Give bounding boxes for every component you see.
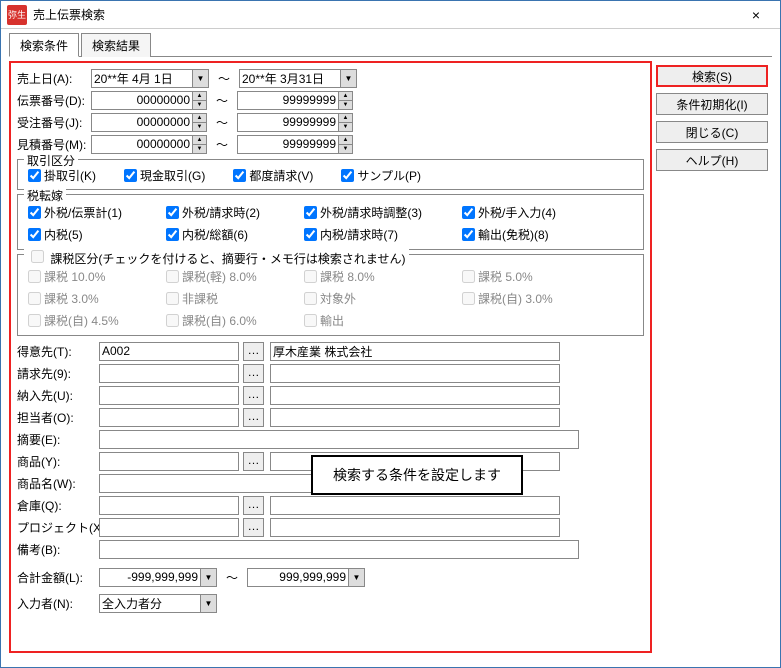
app-logo: 弥生	[7, 5, 27, 25]
label-remark: 備考(B):	[17, 541, 99, 558]
chevron-down-icon[interactable]: ▼	[192, 70, 208, 87]
label-shipto: 納入先(U):	[17, 387, 99, 404]
cb-class-4: 課税 5.0%	[458, 265, 588, 287]
group-tax-class: 課税区分(チェックを付けると、摘要行・メモ行は検索されません) 課税 10.0%…	[17, 254, 644, 336]
help-button[interactable]: ヘルプ(H)	[656, 149, 768, 171]
shipto-name[interactable]	[270, 386, 560, 405]
customer-name[interactable]: 厚木産業 株式会社	[270, 342, 560, 361]
shipto-code[interactable]	[99, 386, 239, 405]
project-name[interactable]	[270, 518, 560, 537]
chevron-down-icon[interactable]: ▼	[200, 569, 216, 586]
cb-trans-2[interactable]: 都度請求(V)	[229, 166, 313, 185]
amount-to[interactable]: ▼	[247, 568, 365, 587]
amount-from[interactable]: ▼	[99, 568, 217, 587]
reset-button[interactable]: 条件初期化(I)	[656, 93, 768, 115]
estno-to[interactable]: ▲▼	[237, 135, 353, 154]
close-icon[interactable]: ×	[738, 3, 774, 27]
tabbar: 検索条件 検索結果	[9, 32, 772, 57]
group-transaction-type: 取引区分 掛取引(K) 現金取引(G) 都度請求(V) サンプル(P)	[17, 159, 644, 190]
cb-class-1: 課税 10.0%	[24, 265, 154, 287]
label-product: 商品(Y):	[17, 453, 99, 470]
product-code[interactable]	[99, 452, 239, 471]
spin-down-icon[interactable]: ▼	[193, 101, 206, 109]
cb-class-7: 対象外	[300, 287, 450, 309]
assignee-code[interactable]	[99, 408, 239, 427]
customer-lookup-button[interactable]: …	[243, 342, 264, 361]
cb-tax-4[interactable]: 内税(5)	[24, 223, 154, 245]
cb-tax-1[interactable]: 外税/請求時(2)	[162, 201, 292, 223]
inputuser-select[interactable]: ▼	[99, 594, 217, 613]
label-billto: 請求先(9):	[17, 365, 99, 382]
cb-class-8: 課税(自) 3.0%	[458, 287, 588, 309]
cb-class-9: 課税(自) 4.5%	[24, 309, 154, 331]
label-date: 売上日(A):	[17, 70, 91, 87]
estno-from[interactable]: ▲▼	[91, 135, 207, 154]
tab-conditions[interactable]: 検索条件	[9, 33, 79, 57]
cb-tax-5[interactable]: 内税/総額(6)	[162, 223, 292, 245]
orderno-to[interactable]: ▲▼	[237, 113, 353, 132]
billto-lookup-button[interactable]: …	[243, 364, 264, 383]
search-button[interactable]: 検索(S)	[656, 65, 768, 87]
cb-class-3: 課税 8.0%	[300, 265, 450, 287]
label-customer: 得意先(T):	[17, 343, 99, 360]
label-orderno: 受注番号(J):	[17, 114, 91, 131]
spin-up-icon[interactable]: ▲	[193, 92, 206, 101]
cb-tax-0[interactable]: 外税/伝票計(1)	[24, 201, 154, 223]
date-from[interactable]: ▼	[91, 69, 209, 88]
label-estno: 見積番号(M):	[17, 136, 91, 153]
cb-tax-6[interactable]: 内税/請求時(7)	[300, 223, 450, 245]
label-inputuser: 入力者(N):	[17, 595, 99, 612]
cb-class-6: 非課税	[162, 287, 292, 309]
taxclass-master-checkbox[interactable]	[31, 250, 44, 263]
cb-tax-7[interactable]: 輸出(免税)(8)	[458, 223, 588, 245]
chevron-down-icon[interactable]: ▼	[340, 70, 356, 87]
assignee-lookup-button[interactable]: …	[243, 408, 264, 427]
assignee-name[interactable]	[270, 408, 560, 427]
date-to[interactable]: ▼	[239, 69, 357, 88]
cb-class-5: 課税 3.0%	[24, 287, 154, 309]
cb-class-11: 輸出	[300, 309, 450, 331]
cb-class-10: 課税(自) 6.0%	[162, 309, 292, 331]
shipto-lookup-button[interactable]: …	[243, 386, 264, 405]
close-button[interactable]: 閉じる(C)	[656, 121, 768, 143]
label-slipno: 伝票番号(D):	[17, 92, 91, 109]
label-assignee: 担当者(O):	[17, 409, 99, 426]
label-project: プロジェクト(X):	[17, 519, 99, 536]
group-tax-shift: 税転嫁 外税/伝票計(1) 外税/請求時(2) 外税/請求時調整(3) 外税/手…	[17, 194, 644, 250]
billto-name[interactable]	[270, 364, 560, 383]
cb-trans-1[interactable]: 現金取引(G)	[120, 166, 205, 185]
warehouse-lookup-button[interactable]: …	[243, 496, 264, 515]
cb-class-2: 課税(軽) 8.0%	[162, 265, 292, 287]
billto-code[interactable]	[99, 364, 239, 383]
slipno-to[interactable]: ▲▼	[237, 91, 353, 110]
project-code[interactable]	[99, 518, 239, 537]
label-productName: 商品名(W):	[17, 475, 99, 492]
chevron-down-icon[interactable]: ▼	[348, 569, 364, 586]
label-warehouse: 倉庫(Q):	[17, 497, 99, 514]
cb-trans-3[interactable]: サンプル(P)	[337, 166, 421, 185]
tab-results[interactable]: 検索結果	[81, 33, 151, 57]
window-title: 売上伝票検索	[33, 6, 738, 23]
warehouse-code[interactable]	[99, 496, 239, 515]
project-lookup-button[interactable]: …	[243, 518, 264, 537]
warehouse-name[interactable]	[270, 496, 560, 515]
cb-tax-3[interactable]: 外税/手入力(4)	[458, 201, 588, 223]
slipno-from[interactable]: ▲▼	[91, 91, 207, 110]
cb-tax-2[interactable]: 外税/請求時調整(3)	[300, 201, 450, 223]
product-lookup-button[interactable]: …	[243, 452, 264, 471]
tooltip-callout: 検索する条件を設定します	[311, 455, 523, 495]
customer-code[interactable]: A002	[99, 342, 239, 361]
chevron-down-icon[interactable]: ▼	[200, 595, 216, 612]
remark-field[interactable]	[99, 540, 579, 559]
orderno-from[interactable]: ▲▼	[91, 113, 207, 132]
label-summary: 摘要(E):	[17, 431, 99, 448]
label-amount: 合計金額(L):	[17, 569, 99, 586]
summary-field[interactable]	[99, 430, 579, 449]
